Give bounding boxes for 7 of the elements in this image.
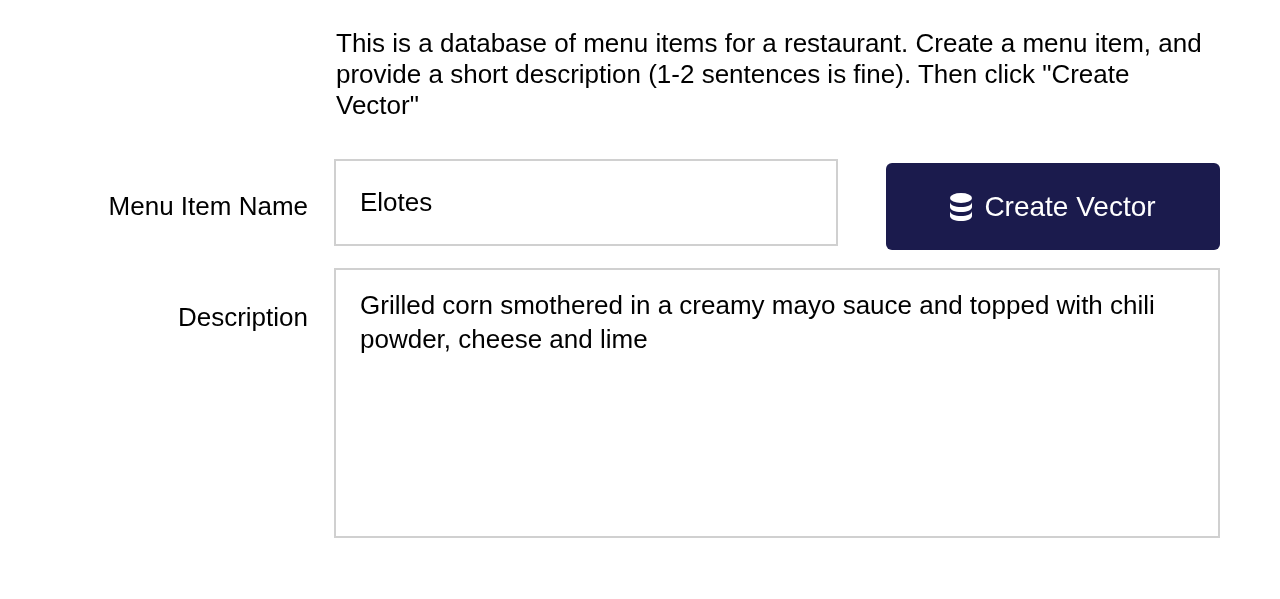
database-icon: [950, 192, 973, 221]
create-vector-button[interactable]: Create Vector: [886, 163, 1220, 250]
instructions-text: This is a database of menu items for a restaurant. Create a menu item, and provide a short description (1-2 sentences is fine). Then click "Create Vector": [336, 28, 1203, 121]
field-label: Menu Item Name: [107, 190, 308, 223]
name-field[interactable]: Elotes: [334, 159, 838, 246]
field-label: Description: [176, 301, 308, 334]
description-field[interactable]: Grilled corn smothered in a creamy mayo sauce and topped with chili powder, cheese and lime: [334, 268, 1220, 538]
